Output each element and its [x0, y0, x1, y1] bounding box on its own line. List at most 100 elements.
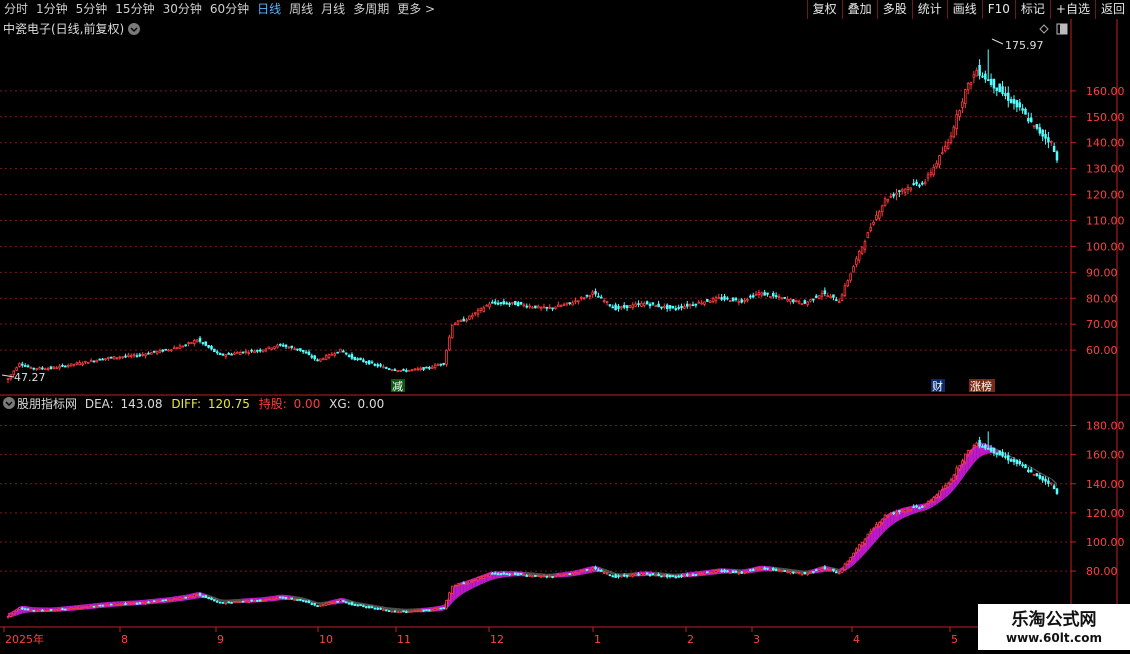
toolbar: 分时 1分钟 5分钟 15分钟 30分钟 60分钟 日线 周线 月线 多周期 更多 > 复权 叠加 多股…	[0, 0, 1130, 20]
indicator-candle	[399, 611, 402, 613]
indicator-candle	[468, 580, 471, 584]
indicator-candle	[794, 571, 798, 574]
tab-2[interactable]: 5分钟	[72, 0, 112, 19]
indicator-candle	[783, 570, 786, 572]
candle	[396, 370, 400, 373]
indicator-candle	[883, 514, 887, 520]
candle	[514, 300, 517, 306]
indicator-candle	[181, 597, 185, 600]
toolbar-button-0[interactable]: 复权	[806, 0, 842, 19]
toolbar-button-1[interactable]: 叠加	[841, 0, 877, 19]
indicator-candle	[204, 595, 208, 599]
toolbar-button-4[interactable]: 画线	[946, 0, 982, 19]
indicator-candle	[164, 599, 167, 602]
candle	[204, 341, 208, 347]
candle	[654, 304, 658, 307]
indicator-candle	[559, 574, 563, 577]
candle	[92, 360, 96, 363]
candle	[800, 303, 804, 306]
indicator-candle	[645, 572, 649, 575]
time-label: 2	[687, 633, 694, 646]
tab-10[interactable]: 更多 >	[393, 0, 439, 19]
candle	[425, 366, 428, 369]
tab-9[interactable]: 多周期	[349, 0, 393, 19]
time-label: 11	[397, 633, 411, 646]
candle	[998, 83, 1001, 93]
indicator-candle	[32, 609, 36, 612]
indicator-candle	[109, 603, 113, 606]
indicator-candle	[660, 575, 663, 578]
indicator-candle	[184, 596, 187, 599]
indicator-candle	[843, 562, 847, 571]
svg-text:175.97: 175.97	[1005, 39, 1044, 52]
axis-label: 160.00	[1086, 449, 1125, 462]
indicator-candle	[152, 600, 156, 603]
axis-label: 100.00	[1086, 536, 1125, 549]
indicator-candle	[731, 570, 735, 573]
toolbar-button-5[interactable]: F10	[981, 0, 1015, 19]
indicator-candle	[706, 571, 709, 574]
toolbar-button-2[interactable]: 多股	[876, 0, 912, 19]
event-tag-finance[interactable]: 财	[931, 379, 945, 393]
candle	[817, 295, 821, 300]
event-tag-reduce[interactable]: 减	[391, 379, 405, 393]
tab-5[interactable]: 60分钟	[206, 0, 253, 19]
indicator-candle	[190, 595, 193, 598]
axis-label: 110.00	[1086, 214, 1125, 227]
candle	[353, 356, 357, 361]
kline-chart[interactable]: 中瓷电子(日线,前复权) 60.00 70.00 80.00 90.00 100.00 1…	[0, 19, 1130, 650]
indicator-candle	[201, 595, 205, 598]
indicator-candle	[998, 450, 1001, 456]
indicator-candle	[654, 574, 658, 577]
indicator-candle	[554, 575, 557, 578]
indicator-candle	[852, 552, 855, 557]
tab-0[interactable]: 分时	[0, 0, 32, 19]
axis-label: 100.00	[1086, 240, 1125, 253]
title-dropdown-icon[interactable]	[128, 23, 140, 35]
indicator-candle	[817, 569, 821, 572]
axis-label: 160.00	[1086, 85, 1125, 98]
indicator-candle	[708, 571, 712, 575]
tab-4[interactable]: 30分钟	[159, 0, 206, 19]
indicator-candle	[671, 575, 675, 578]
watermark-logo: 乐淘公式网 www.60lt.com	[978, 604, 1130, 650]
indicator-candle	[450, 585, 454, 594]
time-label: 8	[121, 633, 128, 646]
toolbar-buttons: 复权 叠加 多股 统计 画线 F10 标记 +自选 返回	[806, 0, 1130, 19]
tab-7[interactable]: 周线	[285, 0, 317, 19]
indicator-candle	[385, 609, 388, 612]
indicator-candle	[840, 568, 844, 573]
time-label: 5	[951, 633, 958, 646]
toolbar-button-7[interactable]: +自选	[1049, 0, 1095, 19]
toolbar-button-8[interactable]: 返回	[1094, 0, 1130, 19]
candle	[221, 353, 225, 356]
indicator-dropdown-icon[interactable]	[3, 397, 15, 409]
toolbar-button-6[interactable]: 标记	[1014, 0, 1050, 19]
axis-label: 140.00	[1086, 478, 1125, 491]
indicator-candle	[92, 605, 96, 608]
toolbar-button-3[interactable]: 统计	[911, 0, 947, 19]
indicator-candle	[72, 607, 76, 610]
event-tag-rise-list[interactable]: 涨榜	[969, 379, 995, 393]
indicator-candle	[84, 606, 87, 609]
tab-8[interactable]: 月线	[317, 0, 349, 19]
axis-label: 180.00	[1086, 420, 1125, 433]
indicator-candle	[514, 572, 517, 576]
indicator-candle	[390, 610, 394, 613]
indicator-candle	[769, 569, 772, 572]
tab-3[interactable]: 15分钟	[111, 0, 158, 19]
svg-text:减: 减	[392, 380, 403, 393]
indicator-candle	[367, 605, 371, 609]
indicator-candle	[809, 571, 812, 574]
indicator-candle	[319, 604, 322, 607]
indicator-candle	[112, 603, 116, 606]
period-tabs: 分时 1分钟 5分钟 15分钟 30分钟 60分钟 日线 周线 月线 多周期 更多 >	[0, 0, 439, 19]
indicator-candle	[413, 610, 417, 613]
time-label: 2025年	[5, 632, 44, 646]
axis-label: 90.00	[1086, 266, 1118, 279]
tab-1[interactable]: 1分钟	[32, 0, 72, 19]
axis-label: 120.00	[1086, 507, 1125, 520]
band-segment	[397, 608, 401, 612]
tab-6[interactable]: 日线	[253, 0, 285, 19]
indicator-candle	[407, 611, 411, 613]
